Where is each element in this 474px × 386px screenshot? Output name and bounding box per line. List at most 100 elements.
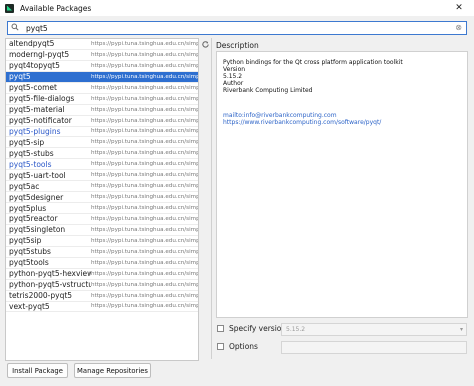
package-repository: https://pypi.tuna.tsinghua.edu.cn/simple… [91,117,198,124]
package-repository: https://pypi.tuna.tsinghua.edu.cn/simple… [91,292,198,299]
package-row[interactable]: pyqt5sip https://pypi.tuna.tsinghua.edu.c… [6,236,198,247]
version-select[interactable]: 5.15.2 ▾ [281,323,467,336]
package-name: pyqt5-plugins [9,126,61,136]
package-name: pyqt5singleton [9,225,66,235]
description-line: Python bindings for the Qt cross platfor… [223,59,403,66]
package-name: tetris2000-pyqt5 [9,291,73,301]
pane-divider[interactable] [211,38,212,359]
package-name: pyqt5-sip [9,137,45,147]
package-name: pyqt5stubs [9,247,51,257]
chevron-down-icon: ▾ [459,326,463,333]
package-list[interactable]: altendpyqt5 https://pypi.tuna.tsinghua.ed… [5,38,199,361]
description-text: Python bindings for the Qt cross platfor… [223,59,403,94]
package-name: altendpyqt5 [9,39,55,49]
package-row[interactable]: pyqt5stubs https://pypi.tuna.tsinghua.edu… [6,247,198,258]
package-row[interactable]: pyqt5-comet https://pypi.tuna.tsinghua.ed… [6,83,198,94]
pycharm-app-icon [5,3,14,13]
package-repository: https://pypi.tuna.tsinghua.edu.cn/simple… [91,51,198,58]
package-search-box[interactable]: ⊗ [7,21,467,35]
package-repository: https://pypi.tuna.tsinghua.edu.cn/simple… [91,106,198,113]
package-name: pyqt5 [9,72,31,82]
package-repository: https://pypi.tuna.tsinghua.edu.cn/simple… [91,139,198,146]
specify-version-checkbox[interactable] [217,324,224,332]
package-repository: https://pypi.tuna.tsinghua.edu.cn/simple… [91,281,198,288]
package-name: pyqt5-material [9,105,65,115]
package-repository: https://pypi.tuna.tsinghua.edu.cn/simple… [91,62,198,69]
package-repository: https://pypi.tuna.tsinghua.edu.cn/simple… [91,73,198,80]
package-row[interactable]: pyqt5 https://pypi.tuna.tsinghua.edu.cn/s… [6,71,198,83]
package-row[interactable]: python-pyqt5-hexview https://pypi.tuna.ts… [6,269,198,280]
package-repository: https://pypi.tuna.tsinghua.edu.cn/simple… [91,183,198,190]
package-name: python-pyqt5-vstructui [9,280,91,290]
package-repository: https://pypi.tuna.tsinghua.edu.cn/simple… [91,150,198,157]
package-row[interactable]: pyqt5plus https://pypi.tuna.tsinghua.edu.… [6,203,198,214]
package-row[interactable]: pyqt5tools https://pypi.tuna.tsinghua.edu… [6,258,198,269]
package-row[interactable]: pyqt5-notificator https://pypi.tuna.tsing… [6,116,198,127]
close-icon: ✕ [455,3,463,13]
package-repository: https://pypi.tuna.tsinghua.edu.cn/simple… [91,205,198,212]
description-line: Author [223,80,244,87]
package-repository: https://pypi.tuna.tsinghua.edu.cn/simple… [91,226,198,233]
available-packages-window: Available Packages ✕ ⊗ altendpyqt5 https:… [0,0,474,386]
package-row[interactable]: pyqt5-file-dialogs https://pypi.tuna.tsin… [6,94,198,105]
close-window-button[interactable]: ✕ [444,0,474,16]
search-icon [11,23,23,33]
package-row[interactable]: pyqt5-sip https://pypi.tuna.tsinghua.edu.… [6,137,198,149]
package-name: pyqt5-comet [9,83,57,93]
package-repository: https://pypi.tuna.tsinghua.edu.cn/simple… [91,161,198,168]
window-title: Available Packages [20,3,92,13]
options-input[interactable] [281,341,467,354]
package-row[interactable]: pyqt5reactor https://pypi.tuna.tsinghua.e… [6,214,198,225]
package-row[interactable]: pyqt5ac https://pypi.tuna.tsinghua.edu.cn… [6,181,198,193]
package-name: pyqt4topyqt5 [9,61,60,71]
package-row[interactable]: pyqt5-plugins https://pypi.tuna.tsinghua.… [6,127,198,138]
package-row[interactable]: pyqt5designer https://pypi.tuna.tsinghua.… [6,192,198,204]
package-repository: https://pypi.tuna.tsinghua.edu.cn/simple… [91,194,198,201]
package-name: pyqt5-stubs [9,148,54,158]
package-name: pyqt5tools [9,258,49,268]
description-link[interactable]: mailto:info@riverbankcomputing.com [223,112,381,119]
package-row[interactable]: moderngl-pyqt5 https://pypi.tuna.tsinghua… [6,50,198,61]
specify-version-option[interactable]: Specify version [217,322,286,334]
package-row[interactable]: pyqt4topyqt5 https://pypi.tuna.tsinghua.e… [6,61,198,72]
package-repository: https://pypi.tuna.tsinghua.edu.cn/simple… [91,40,198,47]
description-link[interactable]: https://www.riverbankcomputing.com/softw… [223,119,381,126]
package-row[interactable]: pyqt5-tools https://pypi.tuna.tsinghua.ed… [6,159,198,171]
package-repository: https://pypi.tuna.tsinghua.edu.cn/simple… [91,215,198,222]
package-row[interactable]: pyqt5-uart-tool https://pypi.tuna.tsinghu… [6,170,198,182]
package-name: vext-pyqt5 [9,301,50,311]
package-name: pyqt5sip [9,236,42,246]
package-name: pyqt5reactor [9,214,58,224]
package-name: pyqt5-tools [9,159,52,169]
package-row[interactable]: pyqt5-material https://pypi.tuna.tsinghua… [6,105,198,116]
package-row[interactable]: python-pyqt5-vstructui https://pypi.tuna.… [6,280,198,291]
package-row[interactable]: pyqt5-stubs https://pypi.tuna.tsinghua.ed… [6,148,198,160]
package-repository: https://pypi.tuna.tsinghua.edu.cn/simple… [91,270,198,277]
description-header: Description [216,41,259,50]
options-option[interactable]: Options [217,340,258,352]
package-row[interactable]: pyqt5singleton https://pypi.tuna.tsinghua… [6,225,198,236]
description-line: 5.15.2 [223,73,243,80]
options-label: Options [229,341,258,351]
refresh-icon[interactable] [200,40,210,50]
title-bar: Available Packages ✕ [0,0,474,16]
package-name: pyqt5plus [9,203,47,213]
package-repository: https://pypi.tuna.tsinghua.edu.cn/simple… [91,84,198,91]
package-name: moderngl-pyqt5 [9,50,70,60]
install-package-button[interactable]: Install Package [7,363,68,378]
clear-search-icon[interactable]: ⊗ [455,22,462,34]
package-row[interactable]: vext-pyqt5 https://pypi.tuna.tsinghua.edu… [6,302,198,313]
package-repository: https://pypi.tuna.tsinghua.edu.cn/simple… [91,128,198,135]
search-input[interactable] [26,23,446,33]
description-panel: Python bindings for the Qt cross platfor… [216,51,468,318]
package-row[interactable]: tetris2000-pyqt5 https://pypi.tuna.tsingh… [6,291,198,302]
package-repository: https://pypi.tuna.tsinghua.edu.cn/simple… [91,303,198,310]
description-line: Riverbank Computing Limited [223,87,313,94]
package-name: pyqt5designer [9,192,64,202]
description-line: Version [223,66,246,73]
options-checkbox[interactable] [217,342,224,350]
package-row[interactable]: altendpyqt5 https://pypi.tuna.tsinghua.ed… [6,39,198,50]
manage-repositories-button[interactable]: Manage Repositories [74,363,151,378]
description-links: mailto:info@riverbankcomputing.com https:… [223,112,381,126]
package-name: pyqt5-uart-tool [9,170,66,180]
